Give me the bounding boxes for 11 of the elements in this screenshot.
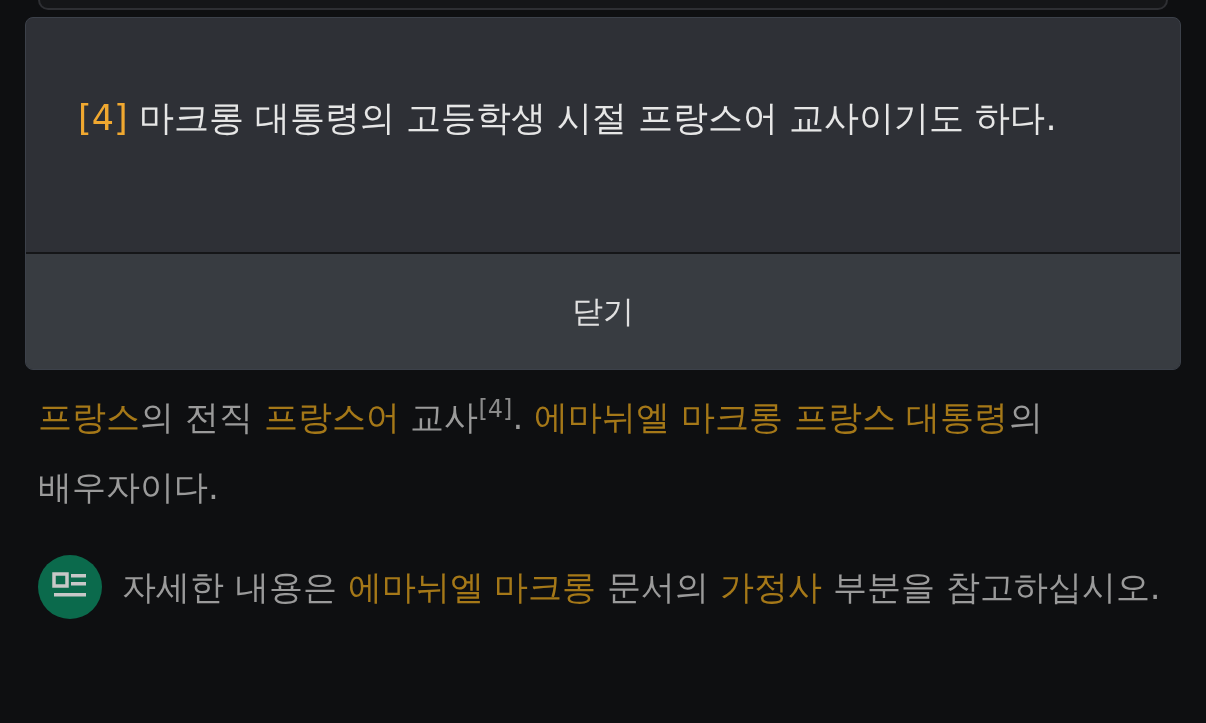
link[interactable]: 프랑스어 [263, 397, 400, 437]
link[interactable]: 에마뉘엘 마크롱 [347, 567, 597, 607]
link[interactable]: 프랑스 [38, 397, 140, 437]
close-button[interactable]: 닫기 [26, 254, 1180, 369]
footnote-link[interactable]: [4] [478, 394, 513, 423]
link[interactable]: 에마뉘엘 마크롱 프랑스 대통령 [534, 397, 1009, 437]
link[interactable]: 가정사 [720, 567, 823, 607]
document-icon [38, 555, 102, 619]
see-also-note: 자세한 내용은 에마뉘엘 마크롱 문서의 가정사 부분을 참고하십시오. [122, 566, 1161, 609]
article-paragraph: 프랑스의 전직 프랑스어 교사$^{[4]}$. 에마뉘엘 마크롱 프랑스 대통령 의 배우자이다. [38, 393, 1044, 509]
footnote-text: [4] 마크롱 대통령의 고등학생 시절 프랑스어 교사이기도 하다. [78, 97, 1058, 140]
